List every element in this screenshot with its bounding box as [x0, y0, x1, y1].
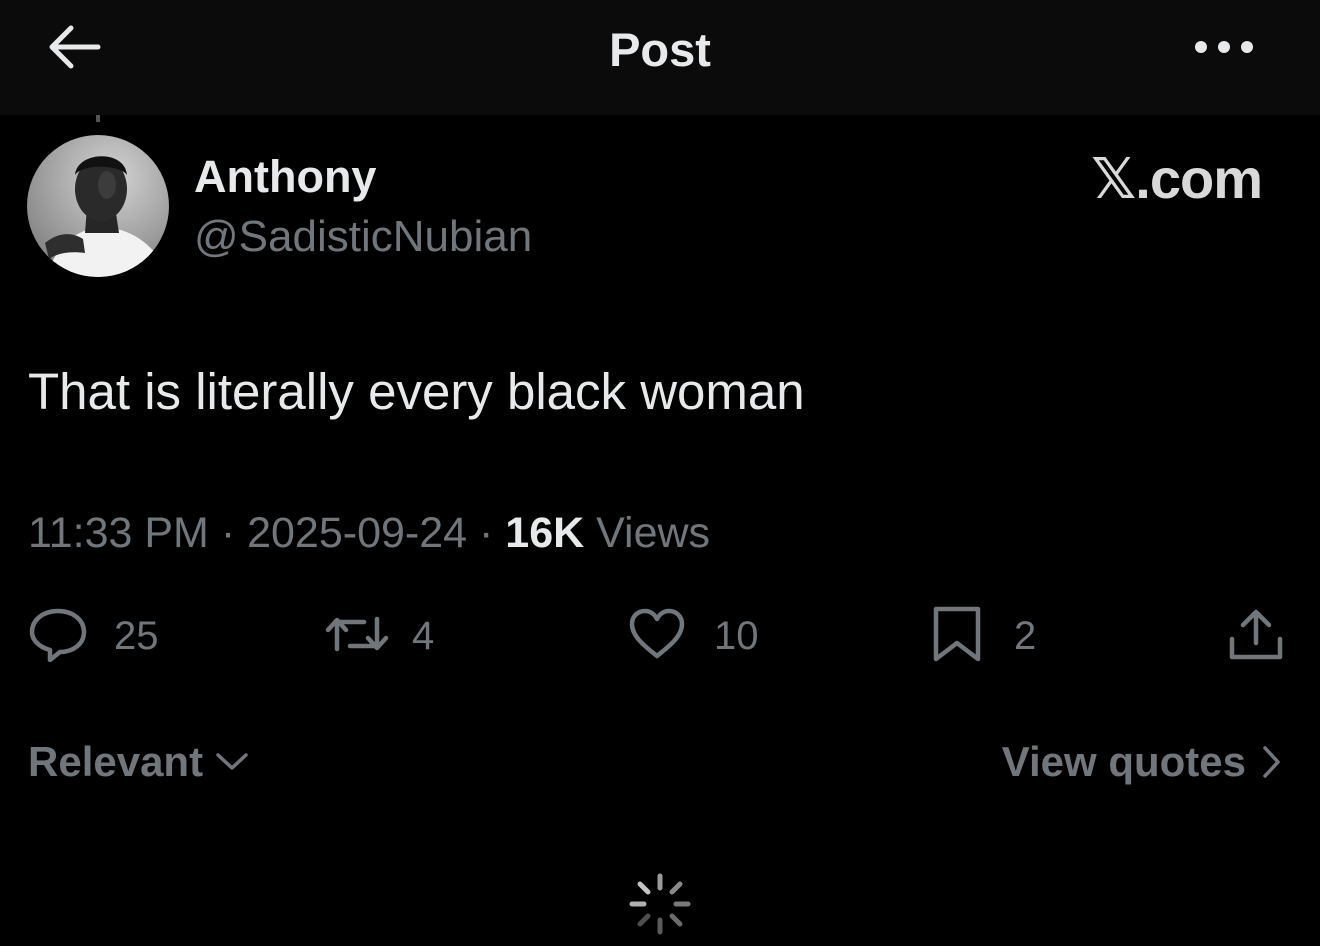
sort-dropdown[interactable]: Relevant: [28, 736, 249, 788]
bookmark-button[interactable]: 2: [932, 606, 1036, 666]
reply-button[interactable]: 25: [28, 606, 159, 666]
more-horizontal-icon: [1194, 40, 1254, 59]
thread-connector-line: [96, 115, 100, 122]
meta-separator: ·: [208, 509, 248, 557]
share-icon: [1228, 607, 1284, 666]
share-button[interactable]: [1228, 606, 1284, 666]
post-metadata: 11:33 PM · 2025-09-24 · 16K Views: [28, 506, 710, 560]
views-label: Views: [584, 509, 711, 557]
post-date[interactable]: 2025-09-24: [247, 509, 467, 557]
avatar[interactable]: [27, 135, 169, 277]
view-quotes-link[interactable]: View quotes: [1002, 736, 1282, 788]
repost-count: 4: [412, 614, 435, 658]
author-handle[interactable]: @SadisticNubian: [194, 210, 532, 264]
like-button[interactable]: 10: [628, 606, 759, 666]
repost-icon: [324, 609, 390, 664]
like-count: 10: [714, 614, 759, 658]
repost-button[interactable]: 4: [324, 606, 434, 666]
top-bar: Post: [0, 0, 1320, 115]
post-time[interactable]: 11:33 PM: [28, 509, 209, 557]
views-count[interactable]: 16K: [505, 509, 584, 557]
more-options-button[interactable]: [1188, 28, 1260, 70]
bookmark-count: 2: [1014, 614, 1037, 658]
like-icon: [628, 608, 686, 665]
page-title: Post: [609, 23, 711, 76]
post-text: That is literally every black woman: [28, 363, 805, 420]
chevron-right-icon: [1262, 745, 1282, 779]
reply-icon: [28, 606, 88, 667]
bookmark-icon: [932, 605, 982, 668]
author-name[interactable]: Anthony: [194, 150, 376, 204]
source-watermark: 𝕏.com: [1091, 147, 1263, 210]
meta-separator: ·: [467, 509, 506, 557]
loading-spinner-icon: [628, 872, 692, 936]
reply-count: 25: [114, 614, 159, 658]
chevron-down-icon: [215, 752, 249, 772]
view-quotes-label: View quotes: [1001, 738, 1246, 785]
sort-label: Relevant: [28, 738, 204, 785]
